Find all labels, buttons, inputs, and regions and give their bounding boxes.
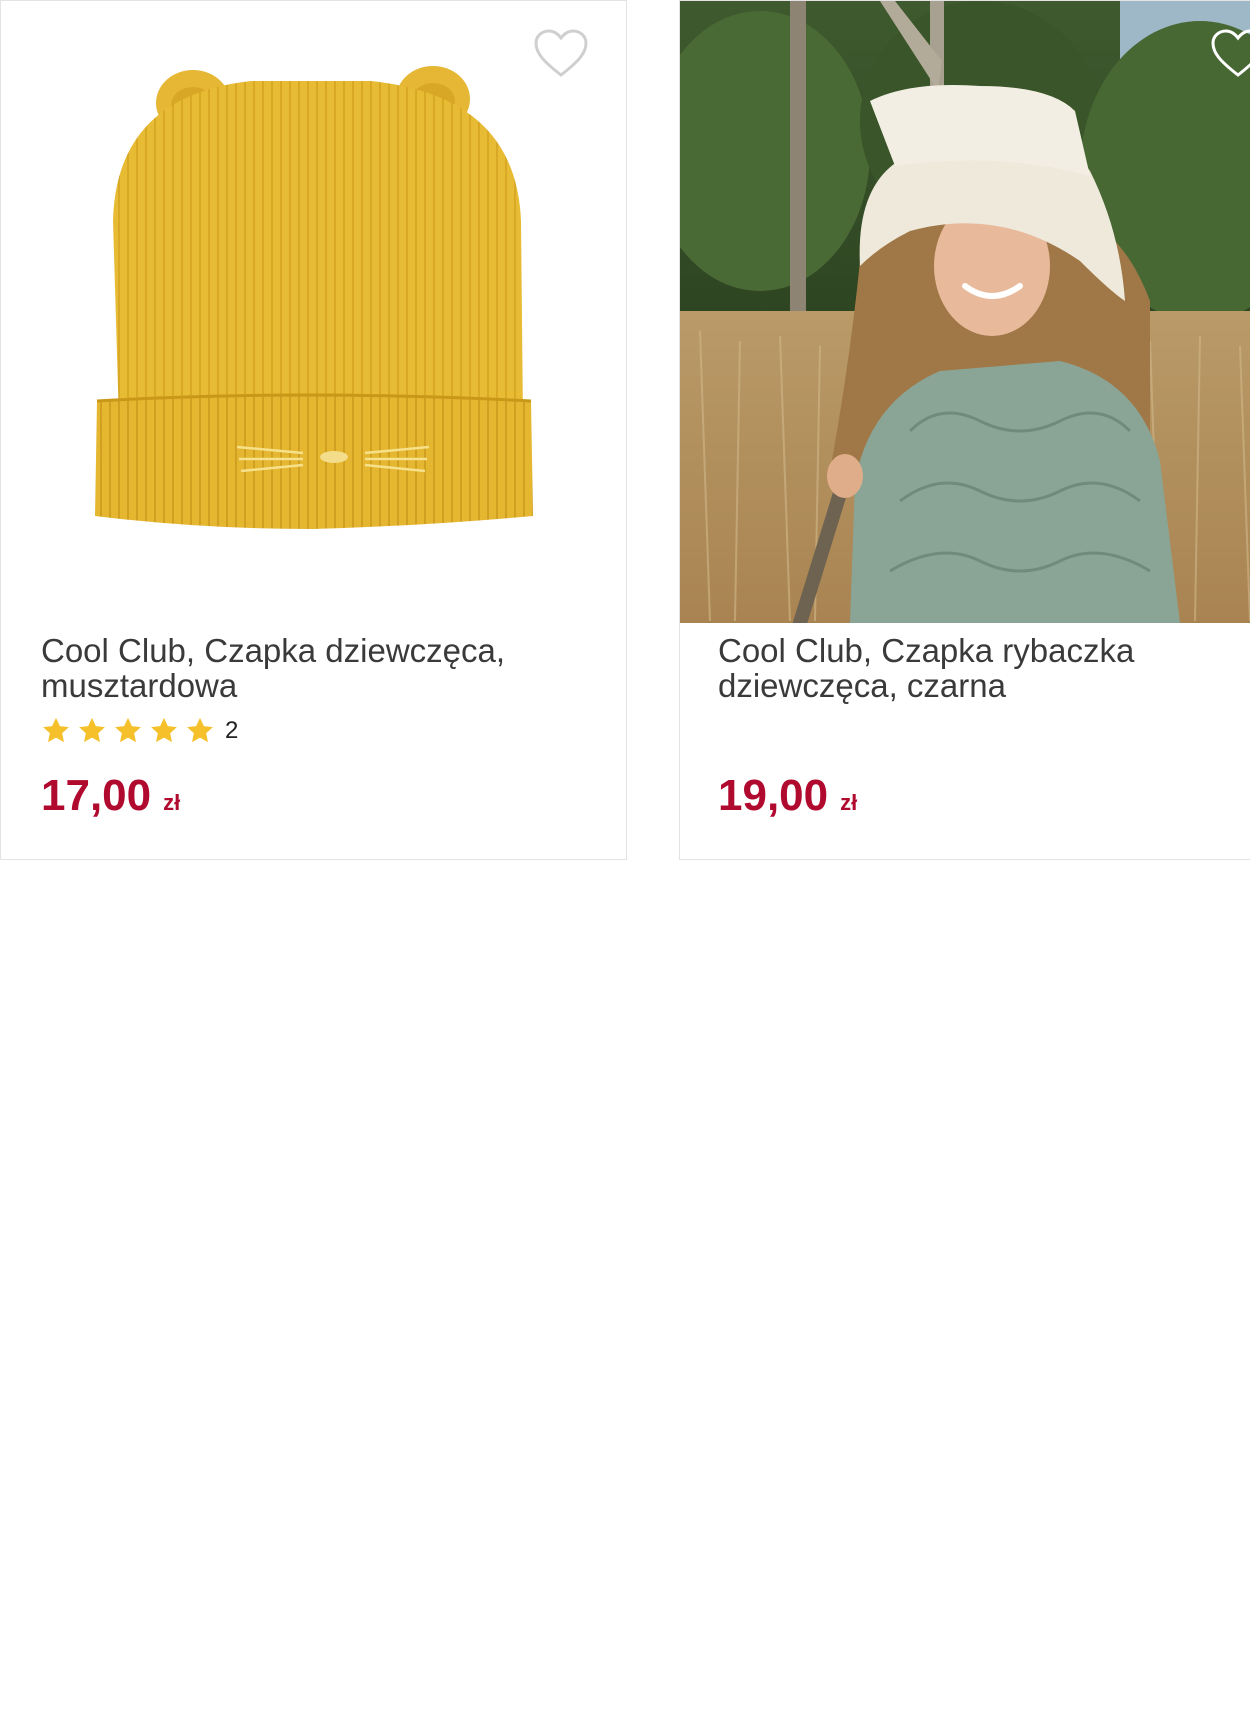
heart-outline-icon[interactable] xyxy=(533,29,589,79)
heart-outline-icon[interactable] xyxy=(1210,29,1250,79)
product-card[interactable]: Cool Club, Czapka dziewczęca, musztardow… xyxy=(0,0,627,860)
price-amount: 19,00 xyxy=(718,771,829,820)
product-image[interactable] xyxy=(1,1,626,623)
price-currency: zł xyxy=(840,790,858,815)
product-image[interactable] xyxy=(680,1,1250,623)
price-currency: zł xyxy=(163,790,181,815)
product-title[interactable]: Cool Club, Czapka rybaczka dziewczęca, c… xyxy=(718,633,1250,703)
product-title[interactable]: Cool Club, Czapka dziewczęca, musztardow… xyxy=(41,633,601,703)
product-price: 17,00 zł xyxy=(41,771,180,821)
price-amount: 17,00 xyxy=(41,771,152,820)
product-grid: Cool Club, Czapka dziewczęca, musztardow… xyxy=(0,0,1250,862)
product-card[interactable]: Cool Club, Czapka rybaczka dziewczęca, c… xyxy=(679,0,1250,860)
star-icon xyxy=(79,717,105,743)
star-icon xyxy=(115,717,141,743)
rating: 2 xyxy=(41,715,238,747)
star-icon xyxy=(187,717,213,743)
star-icon xyxy=(43,717,69,743)
star-icon xyxy=(151,717,177,743)
product-price: 19,00 zł xyxy=(718,771,857,821)
rating-count: 2 xyxy=(225,717,239,744)
